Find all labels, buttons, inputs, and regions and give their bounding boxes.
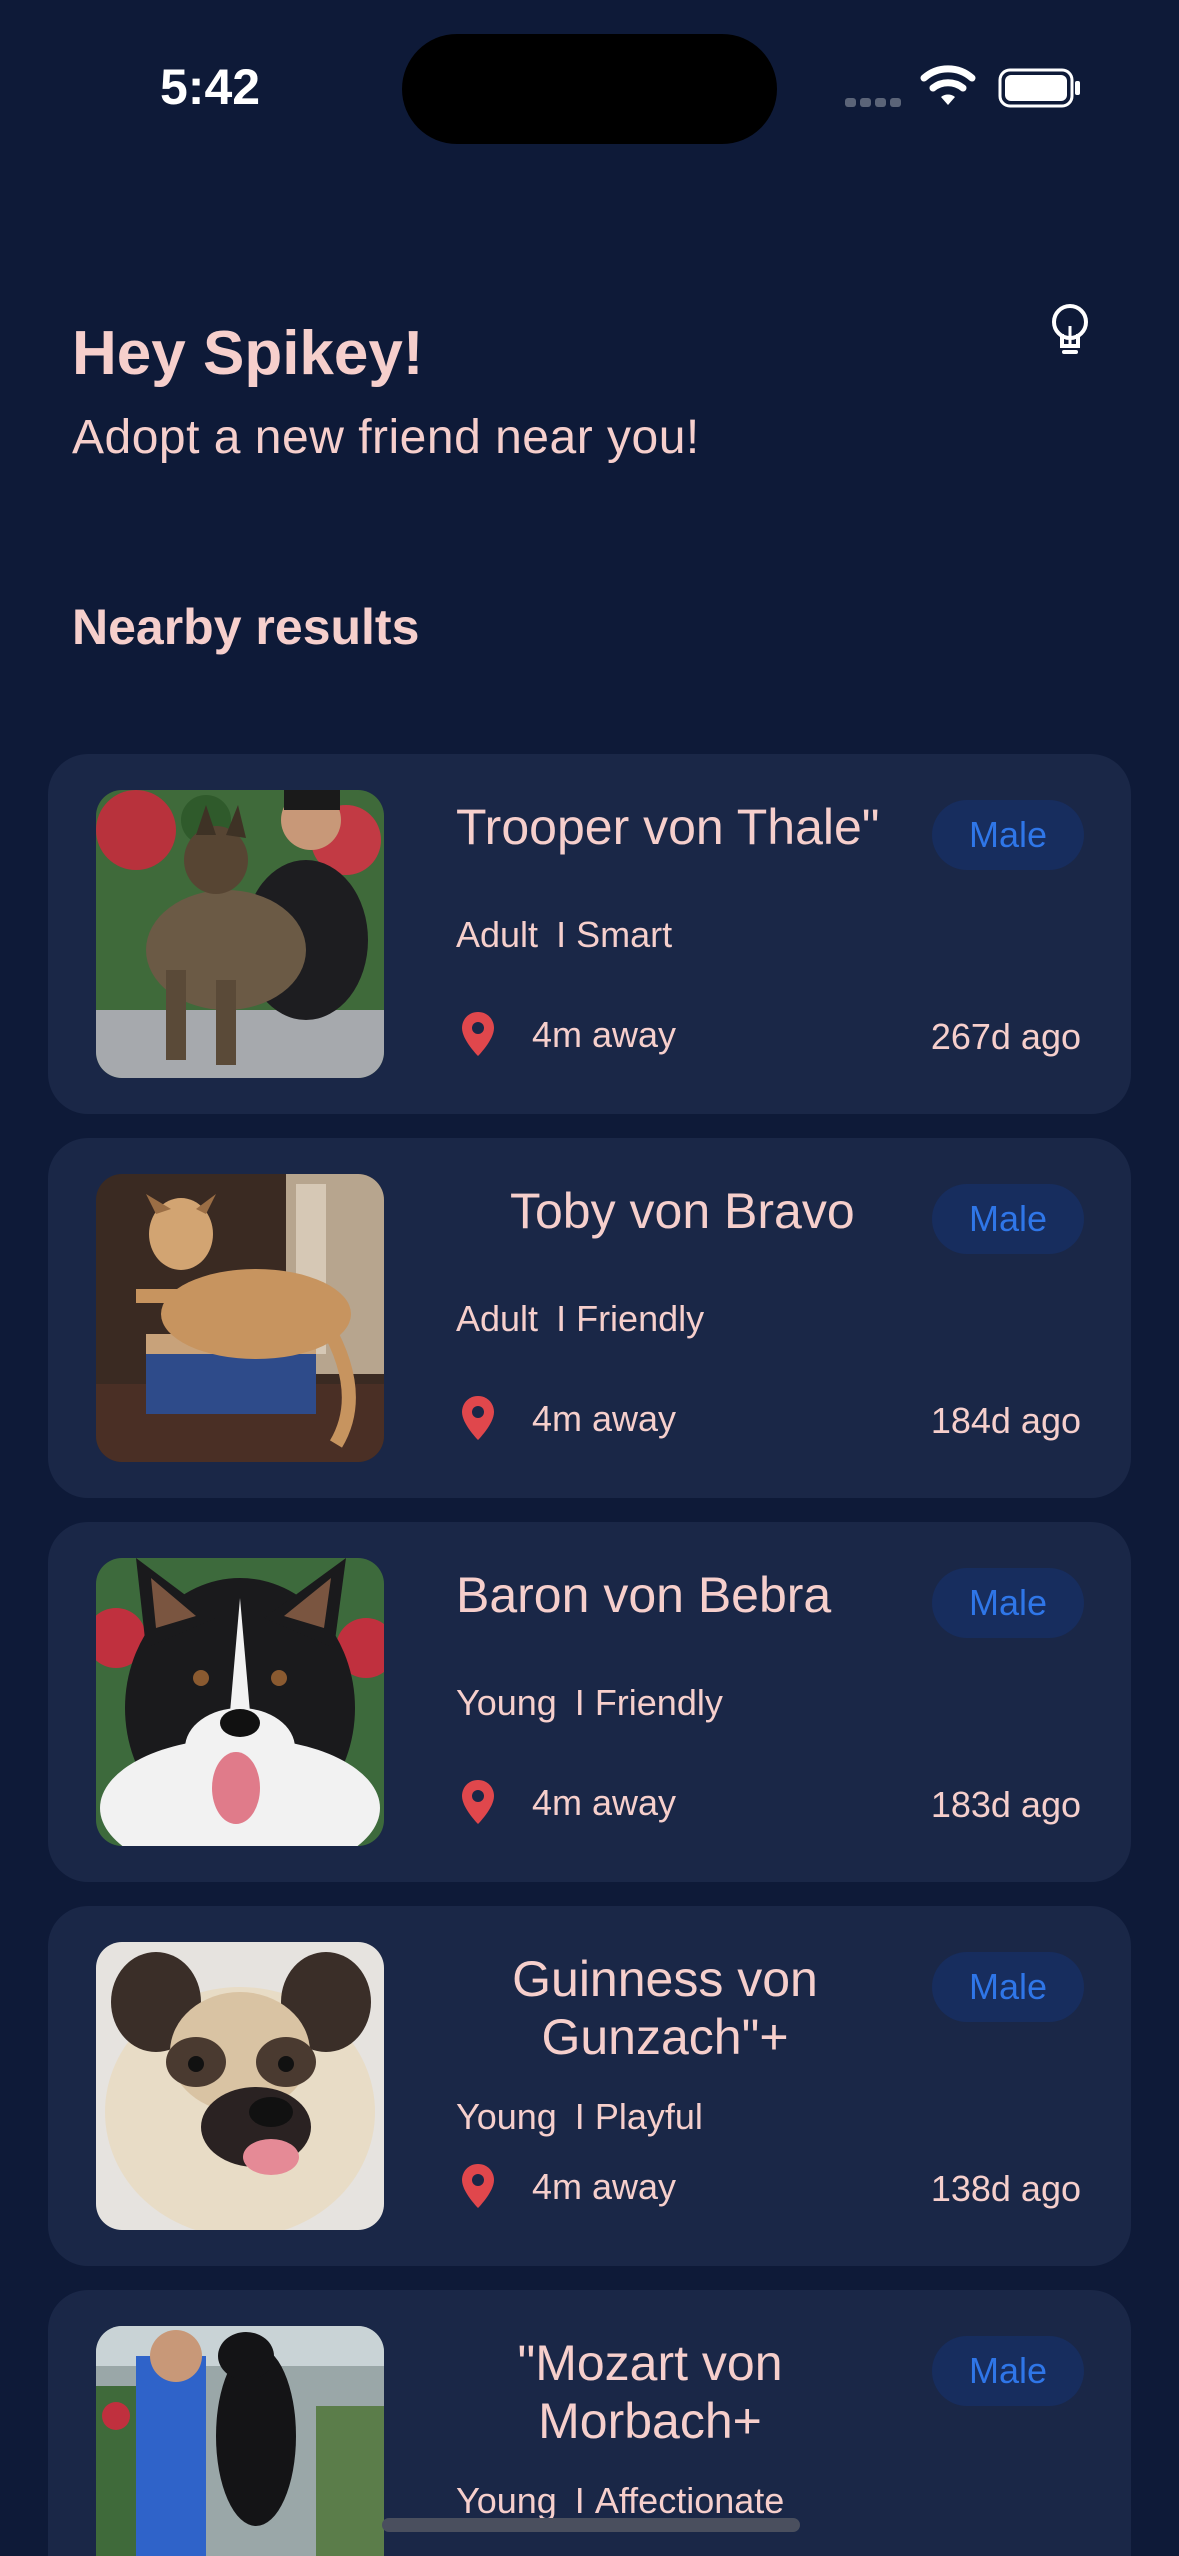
trait-separator: I [574, 1682, 585, 1723]
posted-time: 267d ago [930, 1016, 1081, 1057]
distance: 4m away [532, 2166, 677, 2207]
posted-time: 138d ago [930, 2168, 1081, 2209]
trait: Smart [576, 914, 673, 955]
pet-name: Baron von Bebra [456, 1567, 832, 1623]
location-pin-icon [462, 1780, 494, 1824]
pet-card[interactable]: Baron von Bebra Male Young I Friendly 4m a… [48, 1522, 1131, 1882]
pet-card[interactable]: Guinness von Gunzach"+ Male Young I Playfu… [48, 1906, 1131, 2266]
pet-card[interactable]: Toby von Bravo Male Adult I Friendly 4m aw… [48, 1138, 1131, 1498]
pet-traits: Adult I Smart [456, 914, 672, 956]
pet-traits: Young I Affectionate [456, 2480, 784, 2522]
gender-badge: Male [932, 1952, 1084, 2022]
trait-separator: I [556, 914, 567, 955]
gender-badge: Male [932, 1568, 1084, 1638]
pet-traits: Adult I Friendly [456, 1298, 704, 1340]
cellular-signal-icon [845, 94, 905, 112]
gender-badge: Male [932, 800, 1084, 870]
pet-photo [96, 1174, 384, 1462]
home-indicator[interactable] [382, 2518, 800, 2532]
posted-time: 184d ago [930, 1400, 1081, 1441]
trait-separator: I [556, 1298, 567, 1339]
distance: 4m away [532, 1782, 677, 1823]
age-group: Young [456, 2480, 557, 2521]
pet-card[interactable]: Trooper von Thale" Male Adult I Smart 4m a… [48, 754, 1131, 1114]
gender-badge: Male [932, 1184, 1084, 1254]
pet-name: Guinness von Gunzach"+ [512, 1951, 818, 2065]
trait-separator: I [574, 2480, 585, 2521]
pet-photo [96, 2326, 384, 2556]
location-pin-icon [462, 2164, 494, 2208]
trait: Friendly [594, 1682, 723, 1723]
location-pin-icon [462, 1396, 494, 1440]
distance: 4m away [532, 1014, 677, 1055]
trait-separator: I [574, 2096, 585, 2137]
trait: Friendly [576, 1298, 705, 1339]
trait: Affectionate [594, 2480, 785, 2521]
dynamic-island [402, 34, 777, 144]
pet-traits: Young I Friendly [456, 1682, 723, 1724]
pet-photo [96, 1558, 384, 1846]
status-time: 5:42 [160, 59, 261, 115]
trait: Playful [594, 2096, 703, 2137]
pet-name: Trooper von Thale" [456, 799, 880, 855]
age-group: Young [456, 2096, 557, 2137]
age-group: Adult [456, 1298, 539, 1339]
greeting-subtitle: Adopt a new friend near you! [72, 411, 700, 464]
age-group: Young [456, 1682, 557, 1723]
posted-time: 183d ago [930, 1784, 1081, 1825]
pet-photo [96, 790, 384, 1078]
pet-name: "Mozart von Morbach+ [517, 2335, 783, 2449]
battery-icon [998, 68, 1080, 108]
pet-card[interactable]: "Mozart von Morbach+ Male Young I Affectio… [48, 2290, 1131, 2556]
wifi-icon [920, 65, 976, 105]
greeting-title: Hey Spikey! [72, 319, 424, 388]
lightbulb-icon[interactable] [1046, 300, 1094, 362]
distance: 4m away [532, 1398, 677, 1439]
gender-badge: Male [932, 2336, 1084, 2406]
age-group: Adult [456, 914, 539, 955]
section-title: Nearby results [72, 599, 420, 655]
location-pin-icon [462, 1012, 494, 1056]
status-bar: 5:42 [0, 0, 1179, 180]
pet-traits: Young I Playful [456, 2096, 703, 2138]
pet-photo [96, 1942, 384, 2230]
